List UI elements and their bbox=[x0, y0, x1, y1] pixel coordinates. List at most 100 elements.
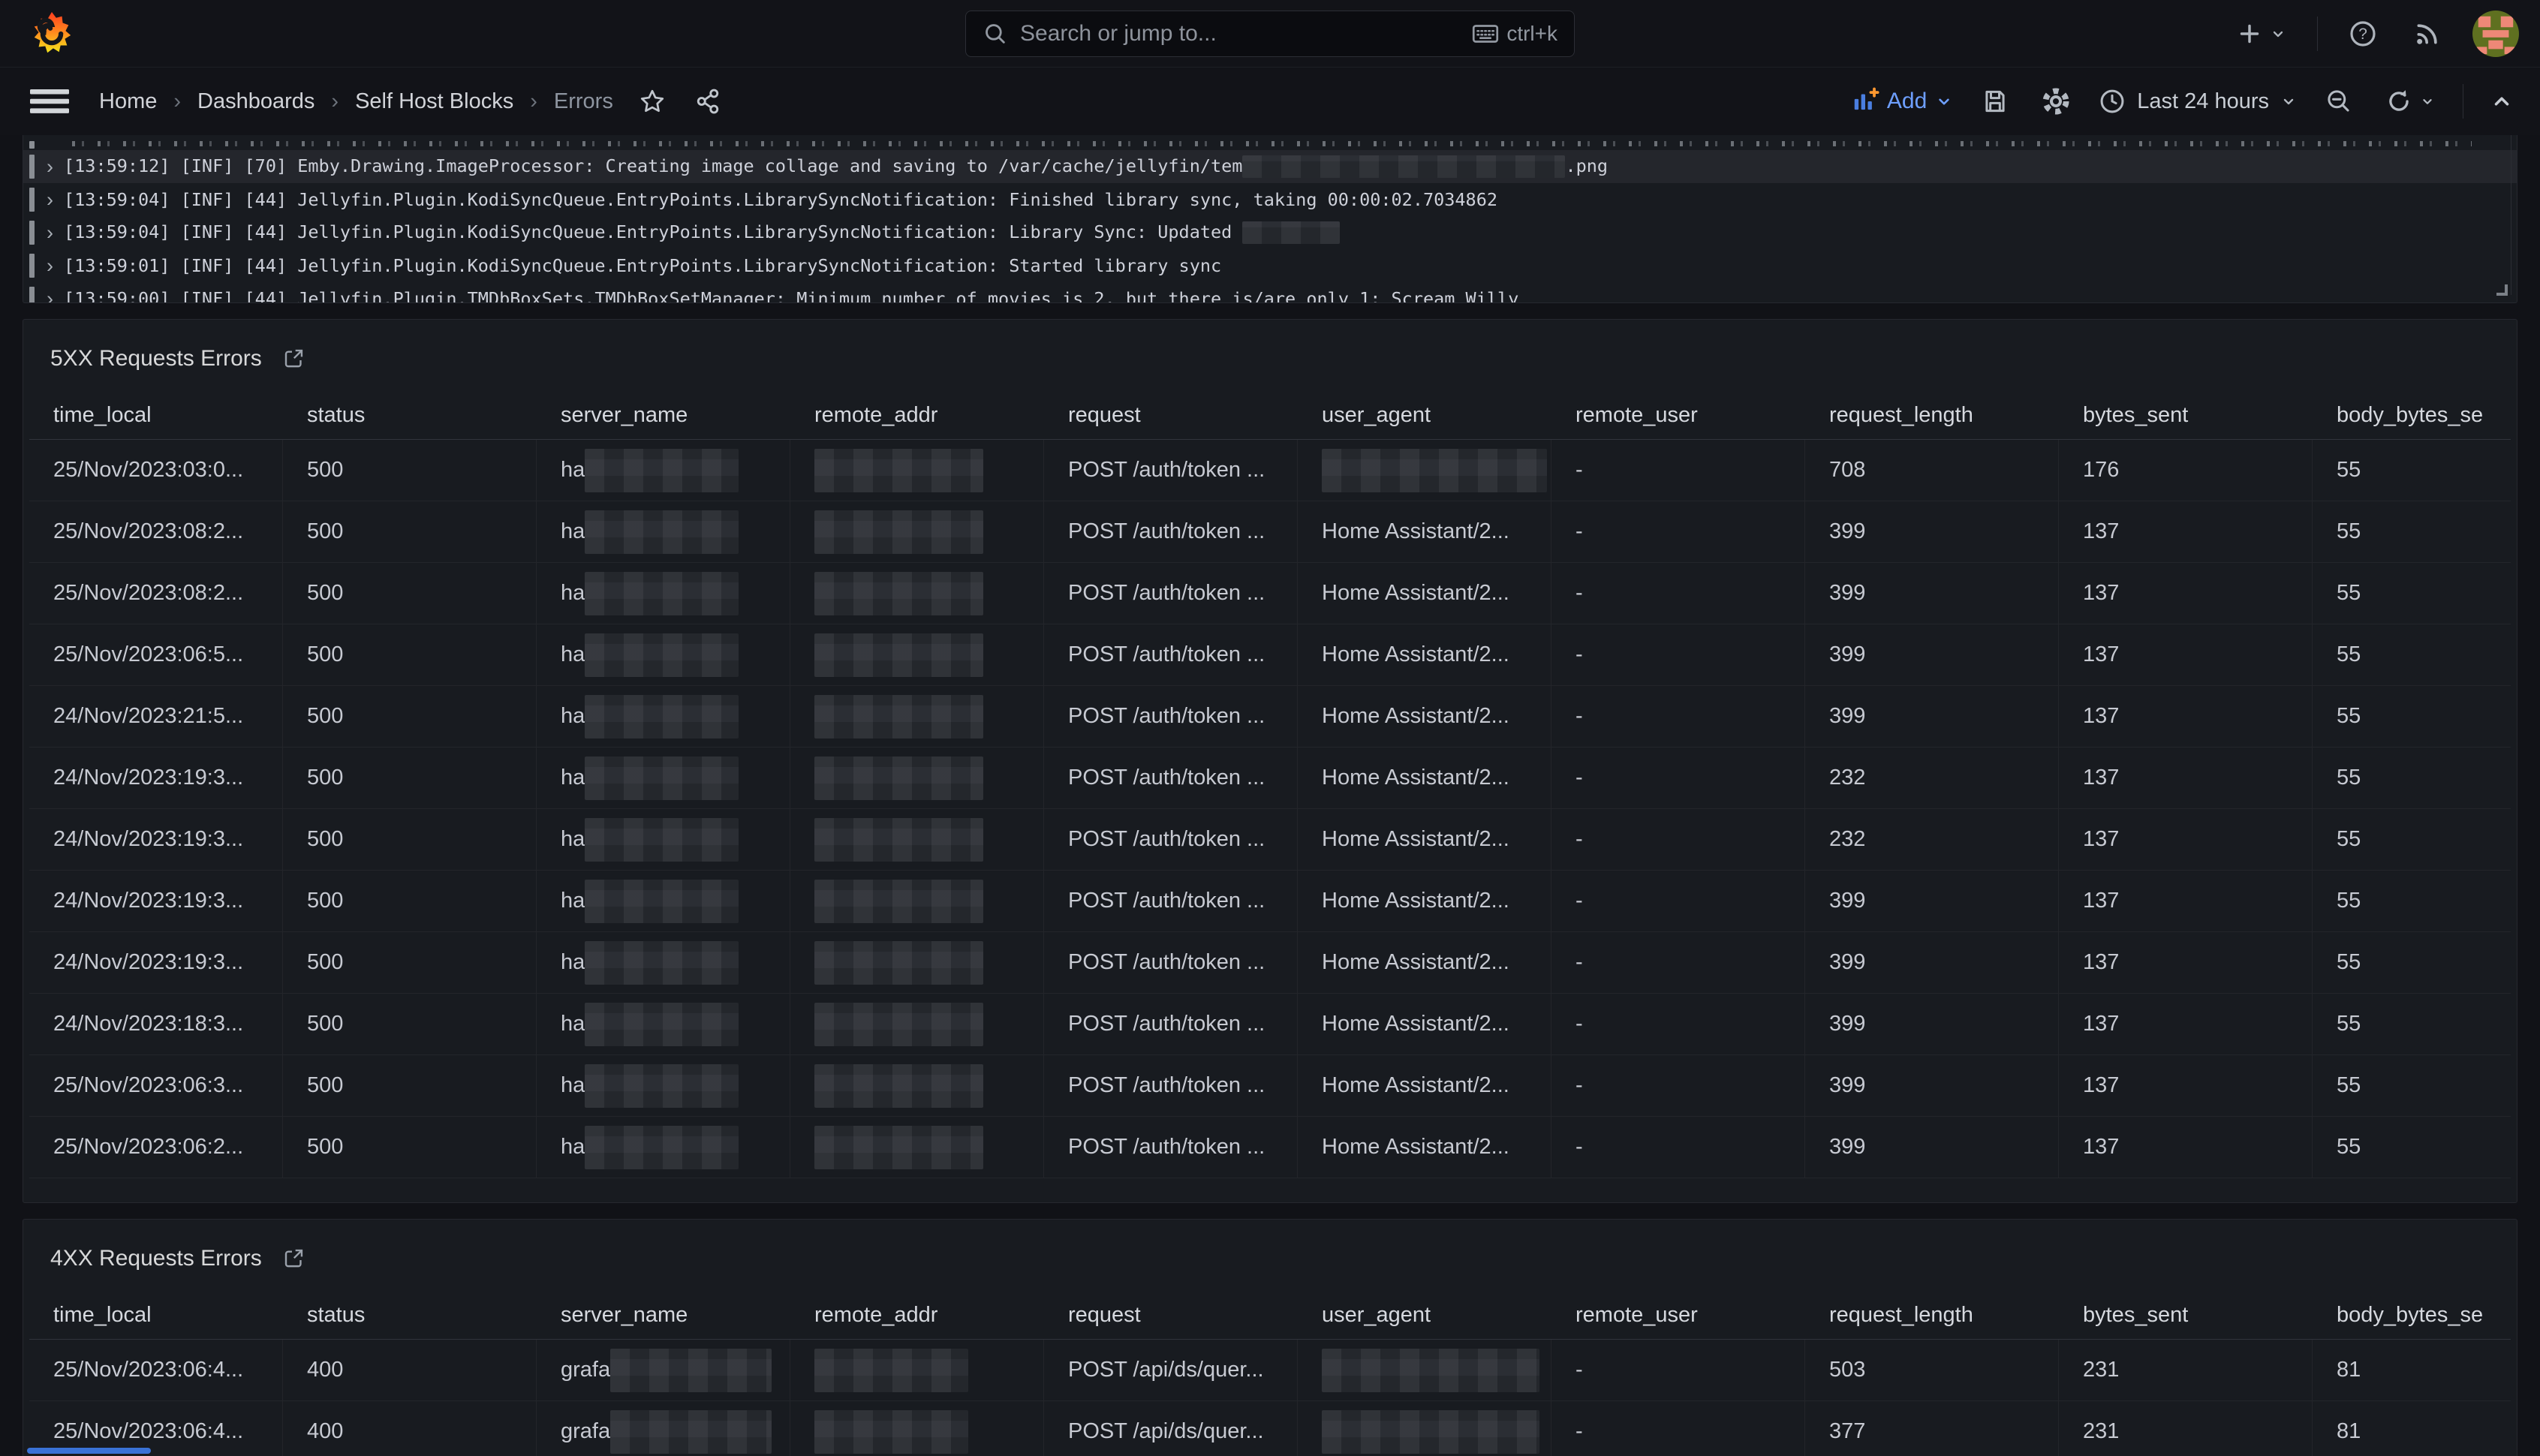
cell-request: POST /auth/token ... bbox=[1044, 1055, 1298, 1117]
redacted-blur bbox=[585, 941, 739, 985]
search-input[interactable]: Search or jump to... ctrl+k bbox=[965, 11, 1575, 57]
expand-chevron-icon[interactable]: › bbox=[47, 289, 53, 304]
log-row[interactable] bbox=[23, 141, 2517, 150]
cell-status: 500 bbox=[283, 501, 537, 563]
cell-request_length: 399 bbox=[1805, 563, 2059, 624]
column-header-status[interactable]: status bbox=[283, 392, 537, 440]
cell-user_agent bbox=[1298, 1401, 1551, 1456]
column-header-server_name[interactable]: server_name bbox=[537, 392, 790, 440]
column-header-request[interactable]: request bbox=[1044, 392, 1298, 440]
cell-bytes_sent: 231 bbox=[2059, 1401, 2313, 1456]
zoom-out-button[interactable] bbox=[2320, 83, 2358, 120]
column-header-server_name[interactable]: server_name bbox=[537, 1292, 790, 1340]
column-header-bytes_sent[interactable]: bytes_sent bbox=[2059, 1292, 2313, 1340]
cell-server_name: ha bbox=[537, 1117, 790, 1178]
add-button-label: Add bbox=[1887, 89, 1927, 114]
cell-status: 500 bbox=[283, 871, 537, 932]
cell-remote_user: - bbox=[1551, 1340, 1805, 1401]
panel-resize-handle[interactable] bbox=[2496, 284, 2508, 296]
panel-title[interactable]: 5XX Requests Errors bbox=[50, 346, 262, 372]
cell-server_name: ha bbox=[537, 748, 790, 809]
cell-request_length: 399 bbox=[1805, 994, 2059, 1055]
horizontal-scrollbar-thumb[interactable] bbox=[27, 1448, 151, 1454]
cell-request: POST /auth/token ... bbox=[1044, 932, 1298, 994]
cell-body_bytes_se: 55 bbox=[2313, 871, 2511, 932]
table-row: 25/Nov/2023:03:0...500haPOST /auth/token… bbox=[29, 440, 2511, 501]
column-header-time_local[interactable]: time_local bbox=[29, 392, 283, 440]
table-row: 24/Nov/2023:19:3...500haPOST /auth/token… bbox=[29, 871, 2511, 932]
cell-server_name: ha bbox=[537, 809, 790, 871]
column-header-user_agent[interactable]: user_agent bbox=[1298, 1292, 1551, 1340]
clipped-log-line bbox=[72, 141, 2472, 146]
redacted-blur bbox=[585, 757, 739, 800]
column-header-bytes_sent[interactable]: bytes_sent bbox=[2059, 392, 2313, 440]
table-row: 24/Nov/2023:19:3...500haPOST /auth/token… bbox=[29, 748, 2511, 809]
panel-5xx-requests-errors: 5XX Requests Errors time_localstatusserv… bbox=[23, 319, 2517, 1203]
chevron-down-icon bbox=[2419, 93, 2436, 110]
column-header-user_agent[interactable]: user_agent bbox=[1298, 392, 1551, 440]
column-header-remote_addr[interactable]: remote_addr bbox=[790, 392, 1044, 440]
cell-status: 500 bbox=[283, 563, 537, 624]
grafana-logo-icon[interactable] bbox=[29, 11, 75, 57]
time-range-picker[interactable]: Last 24 hours bbox=[2098, 87, 2298, 116]
table-row: 25/Nov/2023:06:2...500haPOST /auth/token… bbox=[29, 1117, 2511, 1178]
column-header-remote_user[interactable]: remote_user bbox=[1551, 1292, 1805, 1340]
panel-title[interactable]: 4XX Requests Errors bbox=[50, 1246, 262, 1271]
breadcrumb-self-host-blocks[interactable]: Self Host Blocks bbox=[355, 89, 513, 114]
log-row[interactable]: ›[13:59:04] [INF] [44] Jellyfin.Plugin.K… bbox=[23, 183, 2517, 216]
log-row[interactable]: ›[13:59:00] [INF] [44] Jellyfin.Plugin.T… bbox=[23, 282, 2517, 303]
breadcrumb-home[interactable]: Home bbox=[99, 89, 157, 114]
collapse-toolbar-button[interactable] bbox=[2486, 86, 2517, 117]
cell-body_bytes_se: 55 bbox=[2313, 932, 2511, 994]
share-button[interactable] bbox=[690, 83, 726, 119]
breadcrumb-dashboards[interactable]: Dashboards bbox=[197, 89, 314, 114]
new-button[interactable] bbox=[2232, 16, 2292, 52]
cell-body_bytes_se: 81 bbox=[2313, 1401, 2511, 1456]
log-level-bar bbox=[29, 155, 35, 179]
column-header-remote_addr[interactable]: remote_addr bbox=[790, 1292, 1044, 1340]
expand-chevron-icon[interactable]: › bbox=[47, 256, 53, 276]
redacted-blur bbox=[585, 633, 739, 677]
log-level-bar bbox=[29, 221, 35, 245]
cell-status: 500 bbox=[283, 686, 537, 748]
cell-status: 500 bbox=[283, 624, 537, 686]
external-link-icon[interactable] bbox=[281, 347, 305, 371]
column-header-status[interactable]: status bbox=[283, 1292, 537, 1340]
favorite-star-button[interactable] bbox=[634, 83, 670, 119]
dashboard-settings-button[interactable] bbox=[2036, 82, 2075, 121]
cell-status: 500 bbox=[283, 748, 537, 809]
cell-time_local: 25/Nov/2023:06:5... bbox=[29, 624, 283, 686]
log-row[interactable]: ›[13:59:12] [INF] [70] Emby.Drawing.Imag… bbox=[23, 150, 2517, 183]
expand-chevron-icon[interactable]: › bbox=[47, 223, 53, 243]
column-header-request_length[interactable]: request_length bbox=[1805, 1292, 2059, 1340]
news-button[interactable] bbox=[2408, 14, 2447, 53]
redacted-blur bbox=[585, 818, 739, 862]
column-header-remote_user[interactable]: remote_user bbox=[1551, 392, 1805, 440]
help-button[interactable]: ? bbox=[2343, 14, 2382, 53]
refresh-button[interactable] bbox=[2380, 83, 2440, 120]
panel-4xx-requests-errors: 4XX Requests Errors time_localstatusserv… bbox=[23, 1219, 2517, 1456]
save-dashboard-button[interactable] bbox=[1976, 83, 2014, 120]
log-row[interactable]: ›[13:59:04] [INF] [44] Jellyfin.Plugin.K… bbox=[23, 216, 2517, 249]
column-header-request[interactable]: request bbox=[1044, 1292, 1298, 1340]
log-level-bar bbox=[29, 141, 35, 149]
expand-chevron-icon[interactable]: › bbox=[47, 157, 53, 177]
log-row[interactable]: ›[13:59:01] [INF] [44] Jellyfin.Plugin.K… bbox=[23, 249, 2517, 282]
add-panel-button[interactable]: Add bbox=[1851, 87, 1954, 116]
cell-remote_user: - bbox=[1551, 563, 1805, 624]
expand-chevron-icon[interactable]: › bbox=[47, 190, 53, 210]
user-avatar[interactable] bbox=[2472, 11, 2519, 57]
menu-icon[interactable] bbox=[23, 80, 77, 123]
cell-server_name: ha bbox=[537, 440, 790, 501]
column-header-body_bytes_se[interactable]: body_bytes_se bbox=[2313, 392, 2511, 440]
cell-time_local: 25/Nov/2023:06:2... bbox=[29, 1117, 283, 1178]
external-link-icon[interactable] bbox=[281, 1247, 305, 1271]
table-header-row: time_localstatusserver_nameremote_addrre… bbox=[29, 392, 2511, 440]
table-row: 25/Nov/2023:06:4...400grafaPOST /api/ds/… bbox=[29, 1340, 2511, 1401]
column-header-body_bytes_se[interactable]: body_bytes_se bbox=[2313, 1292, 2511, 1340]
column-header-request_length[interactable]: request_length bbox=[1805, 392, 2059, 440]
column-header-time_local[interactable]: time_local bbox=[29, 1292, 283, 1340]
cell-bytes_sent: 137 bbox=[2059, 624, 2313, 686]
cell-status: 500 bbox=[283, 1055, 537, 1117]
redacted-blur bbox=[814, 510, 983, 554]
